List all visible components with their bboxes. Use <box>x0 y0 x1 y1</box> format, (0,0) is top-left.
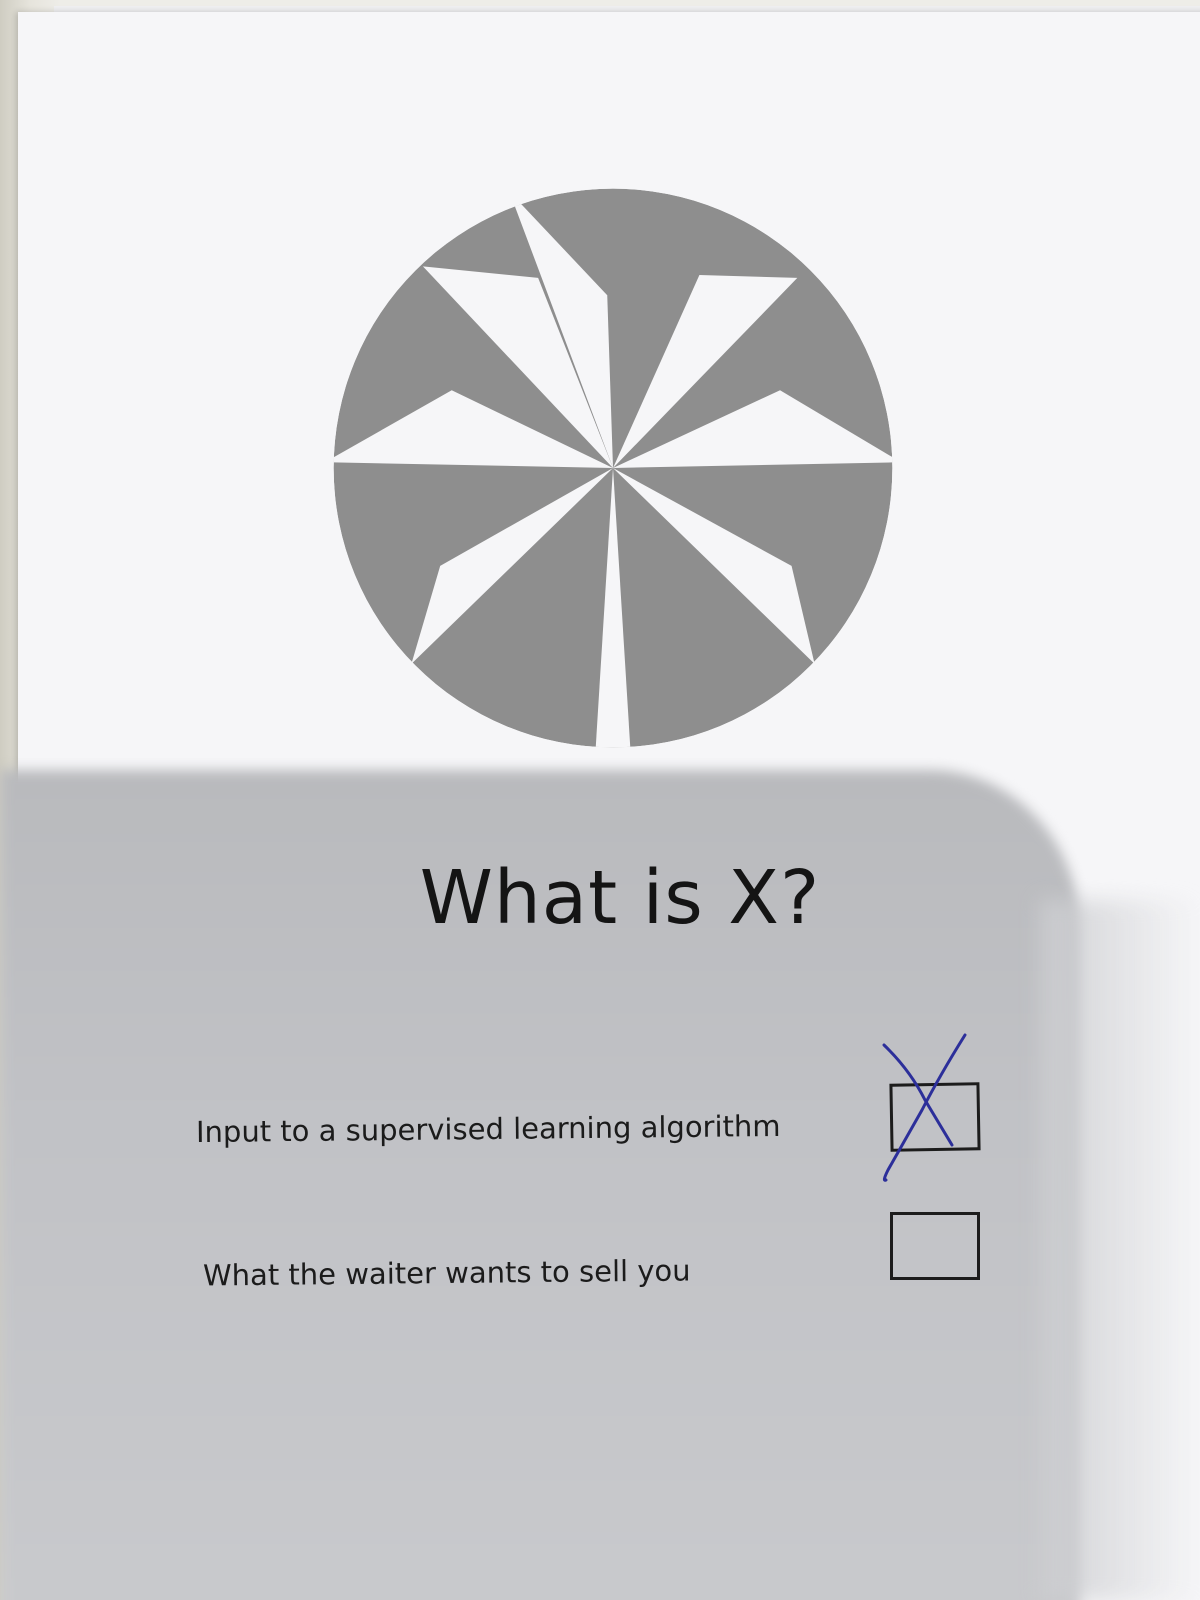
pinwheel-logo-icon <box>333 188 893 748</box>
photo-scene: What is X? Input to a supervised learnin… <box>0 0 1200 1600</box>
option-label-1: Input to a supervised learning algorithm <box>195 1108 781 1150</box>
option-checkbox-2[interactable] <box>890 1212 980 1280</box>
question-title: What is X? <box>419 855 821 941</box>
option-label-2: What the waiter wants to sell you <box>202 1253 691 1293</box>
shadow-fade <box>1040 900 1200 1600</box>
option-checkbox-1[interactable] <box>889 1082 981 1152</box>
